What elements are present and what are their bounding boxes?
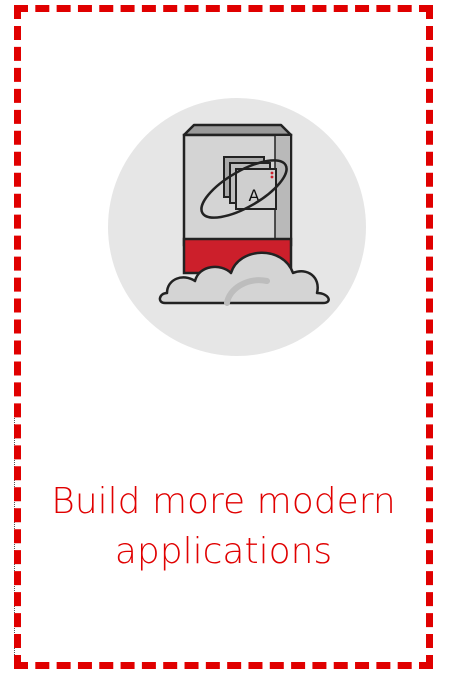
page: A Build more modern applications xyxy=(0,0,450,678)
card-link[interactable]: A Build more modern applications xyxy=(21,12,426,662)
card-headline: Build more modern applications xyxy=(51,481,396,572)
server-cloud-app-icon: A xyxy=(107,97,367,357)
focused-card[interactable]: A Build more modern applications xyxy=(14,5,433,669)
